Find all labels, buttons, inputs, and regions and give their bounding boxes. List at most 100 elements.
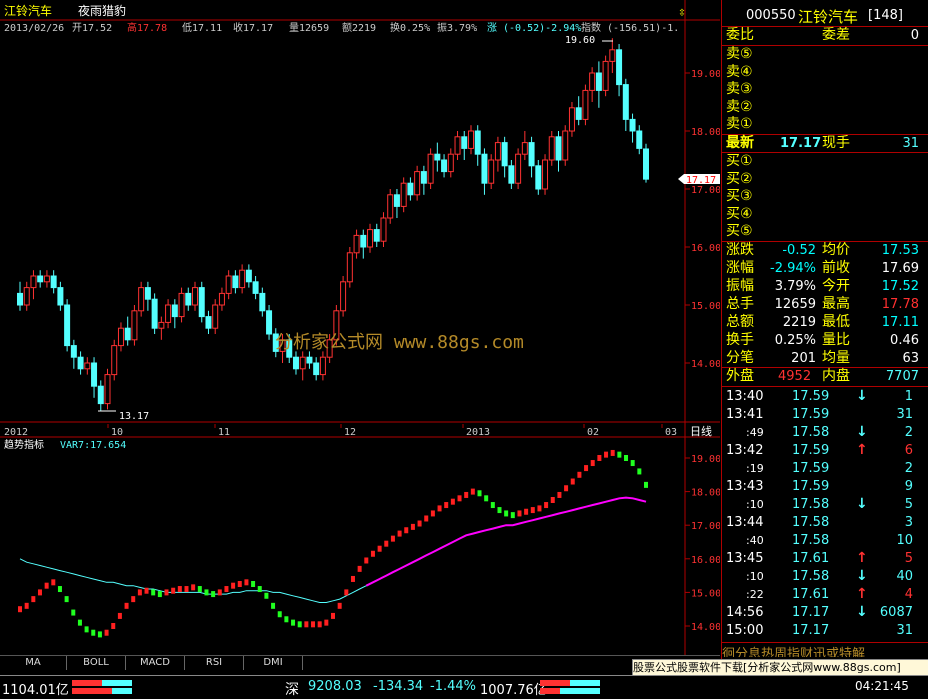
tab-macd[interactable]: MACD bbox=[126, 656, 185, 670]
candle-body bbox=[494, 142, 501, 161]
tab-dmi[interactable]: DMI bbox=[244, 656, 303, 670]
indicator-dot bbox=[397, 530, 402, 537]
indicator-dot bbox=[470, 488, 475, 495]
weicha-value: 0 bbox=[910, 28, 919, 43]
sz-index-change: -134.34 bbox=[373, 679, 424, 694]
candle bbox=[218, 287, 225, 311]
tick-price: 17.59 bbox=[792, 407, 830, 422]
candle-body bbox=[515, 153, 522, 184]
stat-value-left: 12659 bbox=[774, 297, 816, 312]
candle-body bbox=[70, 345, 77, 358]
candle bbox=[589, 67, 596, 102]
candle-body bbox=[192, 287, 199, 306]
candle-body bbox=[568, 107, 575, 132]
candle bbox=[373, 223, 380, 247]
indicator-dot bbox=[610, 449, 615, 456]
latest-row: 最新 17.17 现手 31 bbox=[722, 135, 927, 152]
indicator-dot bbox=[117, 612, 122, 619]
candle bbox=[501, 136, 508, 178]
kline-chart-svg[interactable]: 江铃汽车 夜雨猎豹 ⇳ 2013/02/26 开17.52 高17.78 低17… bbox=[0, 0, 721, 675]
indicator-dot bbox=[191, 584, 196, 591]
stat-row: 分笔 201 均量 63 bbox=[722, 350, 927, 367]
indicator-dot bbox=[597, 455, 602, 461]
wai-nei-row: 外盘 4952 内盘 7707 bbox=[722, 368, 927, 385]
tab-ma[interactable]: MA bbox=[0, 656, 67, 670]
candle-body bbox=[84, 362, 91, 370]
arrow-up-icon: ↑ bbox=[856, 550, 868, 566]
tick-price: 17.59 bbox=[792, 461, 830, 476]
indicator-dot bbox=[184, 586, 189, 593]
tab-rsi[interactable]: RSI bbox=[185, 656, 244, 670]
tick-row: 13:45 17.61 ↑ 5 bbox=[722, 550, 927, 567]
candlestick-series[interactable] bbox=[17, 38, 649, 412]
x-label-10: 10 bbox=[111, 427, 123, 438]
candle-body bbox=[447, 153, 454, 173]
stat-value-left: -0.52 bbox=[782, 243, 816, 258]
indicator-name[interactable]: 夜雨猎豹 bbox=[78, 3, 126, 18]
tick-row: :10 17.58 ↓ 5 bbox=[722, 496, 927, 513]
candle bbox=[575, 96, 582, 126]
weibi-label: 委比 bbox=[726, 27, 754, 43]
stock-name[interactable]: 江铃汽车 bbox=[4, 3, 52, 18]
indicator-dot bbox=[244, 579, 249, 586]
chart-area[interactable]: 江铃汽车 夜雨猎豹 ⇳ 2013/02/26 开17.52 高17.78 低17… bbox=[0, 0, 721, 675]
candle-body bbox=[50, 275, 57, 289]
candle-body bbox=[171, 304, 178, 318]
tick-time: 13:40 bbox=[726, 389, 764, 404]
indicator-dot bbox=[424, 515, 429, 522]
indicator-title[interactable]: 趋势指标 bbox=[4, 438, 44, 451]
candle bbox=[158, 316, 165, 340]
stat-label-right: 前收 bbox=[822, 260, 850, 276]
indicator-dot bbox=[564, 485, 569, 492]
info-volume: 量12659 bbox=[289, 22, 329, 34]
stat-value-left: 3.79% bbox=[774, 279, 816, 294]
stat-value-right: 17.11 bbox=[881, 315, 919, 330]
indicator-dot bbox=[337, 602, 342, 609]
candle-body bbox=[367, 229, 374, 248]
indicator-dot bbox=[384, 540, 389, 547]
candle bbox=[454, 131, 461, 160]
candle-body bbox=[414, 171, 421, 196]
tick-time: 13:41 bbox=[726, 407, 764, 422]
candle-body bbox=[225, 275, 232, 294]
sell-level-label: 卖⑤ bbox=[726, 46, 753, 62]
candle-body bbox=[252, 281, 259, 294]
period-label[interactable]: 日线 bbox=[690, 424, 712, 438]
panel-stock-count: [148] bbox=[868, 8, 903, 23]
candle bbox=[360, 229, 367, 259]
price-tick-label: 14.00 bbox=[691, 359, 720, 370]
candle bbox=[198, 281, 205, 323]
indicator-dot bbox=[490, 502, 495, 509]
candle-body bbox=[319, 356, 326, 376]
stat-label-right: 今开 bbox=[822, 278, 850, 294]
candle-body bbox=[420, 171, 427, 184]
indicator-dot bbox=[404, 527, 409, 534]
sell-level-row: 卖② bbox=[722, 99, 927, 116]
candle-body bbox=[299, 356, 306, 370]
tick-volume: 5 bbox=[904, 551, 913, 566]
candle-body bbox=[441, 159, 448, 173]
tab-boll[interactable]: BOLL bbox=[67, 656, 126, 670]
price-tick-label: 17.00 bbox=[691, 185, 720, 196]
buy-level-label: 买② bbox=[726, 170, 753, 187]
tick-time: 14:56 bbox=[726, 605, 764, 620]
stat-label-right: 最低 bbox=[822, 314, 850, 330]
stat-value-right: 17.53 bbox=[881, 243, 919, 258]
stat-value-right: 0.46 bbox=[890, 333, 919, 348]
indicator-dot bbox=[517, 510, 522, 517]
candle-body bbox=[185, 292, 192, 306]
indicator-dot bbox=[557, 491, 562, 498]
bell-icon[interactable]: ⇳ bbox=[678, 5, 686, 20]
indicator-dot bbox=[377, 545, 382, 552]
candle-body bbox=[535, 165, 542, 190]
candle-body bbox=[542, 159, 549, 190]
buy-level-label: 买④ bbox=[726, 205, 753, 222]
candle-body bbox=[292, 356, 299, 370]
candle bbox=[77, 351, 84, 375]
indicator-dot bbox=[57, 586, 62, 593]
price-tick-label: 18.00 bbox=[691, 127, 720, 138]
sz-index-pct: -1.44% bbox=[430, 679, 476, 694]
candle-body bbox=[64, 304, 71, 347]
candle bbox=[117, 322, 124, 352]
indicator-dot bbox=[537, 505, 542, 512]
